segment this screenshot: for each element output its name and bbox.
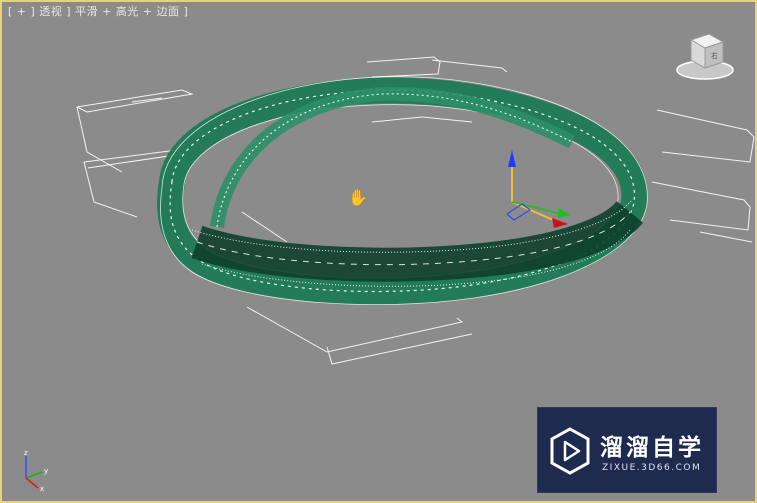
world-axis-icon: z y x — [16, 448, 56, 493]
play-logo-icon — [548, 426, 592, 476]
move-gizmo-icon[interactable] — [506, 150, 570, 228]
twisted-ring-mesh[interactable] — [157, 76, 648, 305]
viewport-label[interactable]: [ + ] 透视 ] 平滑 + 高光 + 边面 ] — [8, 3, 188, 19]
axis-y-label: y — [44, 467, 48, 475]
viewcube-icon[interactable]: 右 — [673, 28, 737, 84]
axis-x-label: x — [40, 485, 44, 492]
axis-z-label: z — [24, 449, 28, 457]
watermark-url: ZIXUE.3D66.COM — [602, 463, 702, 473]
hand-pan-icon: ✋ — [348, 188, 368, 207]
viewcube-face-label: 右 — [711, 51, 718, 60]
perspective-viewport[interactable]: [ + ] 透视 ] 平滑 + 高光 + 边面 ] 右 ✋ z y x 溜溜自学 — [0, 0, 757, 503]
watermark-badge: 溜溜自学 ZIXUE.3D66.COM — [537, 407, 717, 493]
watermark-title: 溜溜自学 — [600, 435, 704, 461]
